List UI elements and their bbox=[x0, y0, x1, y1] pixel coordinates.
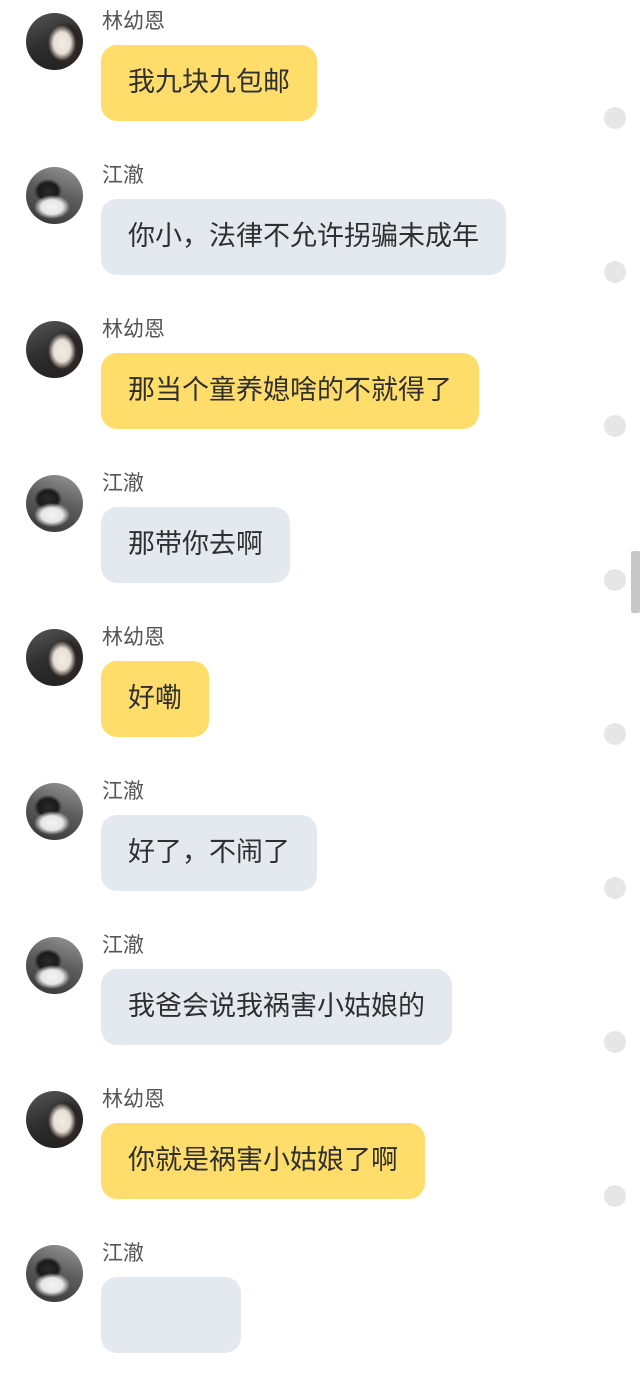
message-bubble[interactable]: 你小，法律不允许拐骗未成年 bbox=[101, 199, 506, 275]
sender-name: 江澈 bbox=[102, 471, 144, 495]
message-select-radio[interactable] bbox=[604, 877, 626, 899]
sender-name: 林幼恩 bbox=[102, 9, 165, 33]
message-row: 林幼恩 你就是祸害小姑娘了啊 bbox=[0, 1071, 640, 1225]
message-bubble[interactable]: 我爸会说我祸害小姑娘的 bbox=[101, 969, 452, 1045]
avatar[interactable] bbox=[26, 167, 83, 224]
message-row: 林幼恩 好嘞 bbox=[0, 609, 640, 763]
avatar[interactable] bbox=[26, 1091, 83, 1148]
avatar[interactable] bbox=[26, 1245, 83, 1302]
chat-message-list[interactable]: 林幼恩 我九块九包邮 江澈 你小，法律不允许拐骗未成年 林幼恩 那当个童养媳啥的… bbox=[0, 0, 640, 1379]
message-row: 江澈 你小，法律不允许拐骗未成年 bbox=[0, 147, 640, 301]
message-select-radio[interactable] bbox=[604, 107, 626, 129]
message-row: 江澈 我爸会说我祸害小姑娘的 bbox=[0, 917, 640, 1071]
sender-name: 江澈 bbox=[102, 779, 144, 803]
sender-name: 林幼恩 bbox=[102, 317, 165, 341]
avatar[interactable] bbox=[26, 937, 83, 994]
message-select-radio[interactable] bbox=[604, 1185, 626, 1207]
message-select-radio[interactable] bbox=[604, 1031, 626, 1053]
avatar[interactable] bbox=[26, 783, 83, 840]
message-bubble[interactable]: 好了，不闹了 bbox=[101, 815, 317, 891]
sender-name: 林幼恩 bbox=[102, 625, 165, 649]
message-select-radio[interactable] bbox=[604, 723, 626, 745]
sender-name: 江澈 bbox=[102, 933, 144, 957]
message-bubble[interactable]: 那当个童养媳啥的不就得了 bbox=[101, 353, 479, 429]
sender-name: 林幼恩 bbox=[102, 1087, 165, 1111]
message-bubble[interactable]: 好嘞 bbox=[101, 661, 209, 737]
message-row: 江澈 好了，不闹了 bbox=[0, 763, 640, 917]
avatar[interactable] bbox=[26, 475, 83, 532]
message-row: 江澈 bbox=[0, 1225, 640, 1379]
message-select-radio[interactable] bbox=[604, 415, 626, 437]
avatar[interactable] bbox=[26, 13, 83, 70]
scrollbar-thumb[interactable] bbox=[631, 551, 640, 613]
message-select-radio[interactable] bbox=[604, 569, 626, 591]
message-bubble[interactable]: 我九块九包邮 bbox=[101, 45, 317, 121]
message-row: 江澈 那带你去啊 bbox=[0, 455, 640, 609]
message-bubble[interactable] bbox=[101, 1277, 241, 1353]
message-row: 林幼恩 我九块九包邮 bbox=[0, 0, 640, 147]
message-bubble[interactable]: 那带你去啊 bbox=[101, 507, 290, 583]
message-bubble[interactable]: 你就是祸害小姑娘了啊 bbox=[101, 1123, 425, 1199]
message-select-radio[interactable] bbox=[604, 261, 626, 283]
avatar[interactable] bbox=[26, 321, 83, 378]
sender-name: 江澈 bbox=[102, 163, 144, 187]
avatar[interactable] bbox=[26, 629, 83, 686]
message-row: 林幼恩 那当个童养媳啥的不就得了 bbox=[0, 301, 640, 455]
sender-name: 江澈 bbox=[102, 1241, 144, 1265]
